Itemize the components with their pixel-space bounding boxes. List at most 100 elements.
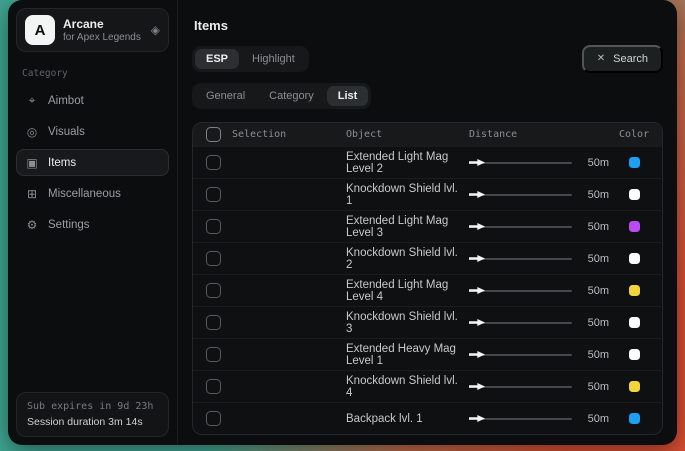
app-window: A Arcane for Apex Legends ◈ Category ⌖ A… [8,0,677,445]
table-row: Extended Light Mag Level 2 50m [193,146,662,178]
slider-handle-icon[interactable] [469,415,485,422]
table-body: Extended Light Mag Level 2 50m Knockdown… [193,146,662,434]
object-name: Knockdown Shield lvl. 2 [346,247,459,271]
object-name: Extended Heavy Mag Level 1 [346,343,459,367]
distance-value: 50m [581,285,609,297]
distance-slider[interactable] [469,286,572,295]
color-swatch[interactable] [629,189,640,200]
object-name: Knockdown Shield lvl. 4 [346,375,459,399]
app-meta: Arcane for Apex Legends [63,17,141,43]
sidebar-item-visuals[interactable]: ◎ Visuals [16,118,169,145]
grid-icon: ⊞ [25,187,39,201]
color-swatch[interactable] [629,317,640,328]
slider-handle-icon[interactable] [469,351,485,358]
distance-slider[interactable] [469,222,572,231]
distance-value: 50m [581,253,609,265]
tab-highlight[interactable]: Highlight [241,49,306,69]
distance-cell: 50m [469,349,609,361]
distance-value: 50m [581,157,609,169]
col-selection: Selection [232,129,336,140]
distance-slider[interactable] [469,382,572,391]
app-logo: A [25,15,55,45]
sidebar-item-items[interactable]: ▣ Items [16,149,169,176]
color-swatch[interactable] [629,413,640,424]
row-checkbox[interactable] [206,411,221,426]
object-name: Knockdown Shield lvl. 3 [346,311,459,335]
sidebar-item-aimbot[interactable]: ⌖ Aimbot [16,87,169,114]
row-checkbox[interactable] [206,347,221,362]
table-row: Backpack lvl. 1 50m [193,402,662,434]
table-row: Extended Heavy Mag Level 1 50m [193,338,662,370]
sidebar-item-miscellaneous[interactable]: ⊞ Miscellaneous [16,180,169,207]
tab-category[interactable]: Category [258,86,325,106]
sidebar: A Arcane for Apex Legends ◈ Category ⌖ A… [8,0,178,445]
slider-handle-icon[interactable] [469,223,485,230]
color-swatch[interactable] [629,285,640,296]
slider-handle-icon[interactable] [469,255,485,262]
table-row: Knockdown Shield lvl. 2 50m [193,242,662,274]
view-toolbar: General Category List [192,83,663,109]
color-swatch[interactable] [629,349,640,360]
main-panel: Items ESP Highlight ✕ Search General Cat… [178,0,677,445]
distance-slider[interactable] [469,254,572,263]
sidebar-item-label: Items [48,157,76,169]
row-checkbox[interactable] [206,251,221,266]
diamond-badge-icon[interactable]: ◈ [151,24,160,36]
distance-cell: 50m [469,253,609,265]
sidebar-item-label: Aimbot [48,95,84,107]
slider-handle-icon[interactable] [469,383,485,390]
app-name: Arcane [63,17,141,31]
row-checkbox[interactable] [206,379,221,394]
sub-expiry-text: Sub expires in 9d 23h [27,401,158,412]
box-icon: ▣ [25,156,39,170]
distance-value: 50m [581,413,609,425]
distance-slider[interactable] [469,318,572,327]
sidebar-item-label: Miscellaneous [48,188,121,200]
row-checkbox[interactable] [206,187,221,202]
view-tab-group: General Category List [192,83,371,109]
select-all-checkbox[interactable] [206,127,221,142]
tab-esp[interactable]: ESP [195,49,239,69]
distance-slider[interactable] [469,158,572,167]
col-object: Object [346,129,459,140]
distance-slider[interactable] [469,190,572,199]
distance-value: 50m [581,317,609,329]
search-button-label: Search [613,53,648,65]
row-checkbox[interactable] [206,219,221,234]
distance-slider[interactable] [469,350,572,359]
tab-general[interactable]: General [195,86,256,106]
color-swatch[interactable] [629,157,640,168]
x-icon: ✕ [597,54,605,64]
distance-cell: 50m [469,157,609,169]
table-header: Selection Object Distance Color [193,123,662,146]
gear-icon: ⚙ [25,218,39,232]
color-swatch[interactable] [629,253,640,264]
sidebar-item-settings[interactable]: ⚙ Settings [16,211,169,238]
slider-handle-icon[interactable] [469,287,485,294]
mode-tab-group: ESP Highlight [192,46,309,72]
tab-list[interactable]: List [327,86,369,106]
search-button[interactable]: ✕ Search [582,45,663,73]
table-row: Knockdown Shield lvl. 4 50m [193,370,662,402]
row-checkbox[interactable] [206,283,221,298]
app-subtitle: for Apex Legends [63,32,141,43]
row-checkbox[interactable] [206,315,221,330]
color-swatch[interactable] [629,381,640,392]
sidebar-nav: ⌖ Aimbot ◎ Visuals ▣ Items ⊞ Miscellaneo… [16,85,169,240]
table-row: Extended Light Mag Level 3 50m [193,210,662,242]
table-row: Extended Light Mag Level 4 50m [193,274,662,306]
distance-cell: 50m [469,189,609,201]
row-checkbox[interactable] [206,155,221,170]
distance-cell: 50m [469,285,609,297]
slider-handle-icon[interactable] [469,191,485,198]
distance-slider[interactable] [469,414,572,423]
color-swatch[interactable] [629,221,640,232]
slider-handle-icon[interactable] [469,319,485,326]
slider-handle-icon[interactable] [469,159,485,166]
object-name: Extended Light Mag Level 3 [346,215,459,239]
session-duration-text: Session duration 3m 14s [27,416,158,428]
distance-cell: 50m [469,221,609,233]
session-card: Sub expires in 9d 23h Session duration 3… [16,392,169,437]
distance-value: 50m [581,381,609,393]
object-name: Extended Light Mag Level 2 [346,151,459,175]
